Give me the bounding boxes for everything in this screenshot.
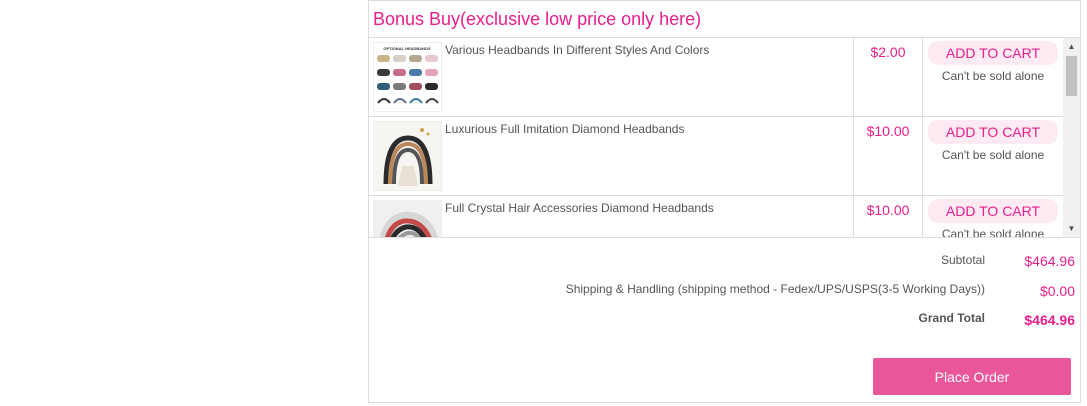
grand-total-label: Grand Total [918, 311, 985, 325]
product-thumbnail[interactable] [373, 121, 442, 191]
product-price: $2.00 [870, 44, 906, 60]
product-thumbnail[interactable] [373, 200, 442, 237]
price-cell: $10.00 [853, 117, 923, 196]
subtotal-value: $464.96 [1024, 253, 1075, 269]
scrollbar-thumb[interactable] [1066, 56, 1077, 96]
bonus-buy-title: Bonus Buy(exclusive low price only here) [369, 1, 1080, 38]
sold-alone-note: Can't be sold alone [941, 227, 1045, 238]
add-to-cart-button[interactable]: ADD TO CART [928, 41, 1058, 65]
scroll-down-arrow-icon[interactable]: ▼ [1063, 220, 1080, 237]
list-item: OPTIONAL HEADBANDS Various Headbands In … [369, 38, 1063, 117]
place-order-button[interactable]: Place Order [873, 358, 1071, 395]
product-name[interactable]: Full Crystal Hair Accessories Diamond He… [445, 201, 714, 215]
bonus-item-list[interactable]: OPTIONAL HEADBANDS Various Headbands In … [369, 38, 1080, 238]
product-thumbnail[interactable]: OPTIONAL HEADBANDS [373, 42, 442, 112]
thumb-caption: OPTIONAL HEADBANDS [383, 46, 431, 51]
shipping-value: $0.00 [1039, 283, 1075, 299]
list-scrollbar[interactable]: ▲ ▼ [1063, 38, 1080, 237]
subtotal-label: Subtotal [940, 253, 985, 267]
product-name[interactable]: Luxurious Full Imitation Diamond Headban… [445, 122, 684, 136]
add-to-cart-button[interactable]: ADD TO CART [928, 199, 1058, 223]
product-name[interactable]: Various Headbands In Different Styles An… [445, 43, 709, 57]
bonus-buy-panel: Bonus Buy(exclusive low price only here)… [368, 0, 1081, 403]
sold-alone-note: Can't be sold alone [941, 69, 1045, 83]
sold-alone-note: Can't be sold alone [941, 148, 1045, 162]
shipping-label: Shipping & Handling (shipping method - F… [565, 282, 985, 296]
grand-total-value: $464.96 [1024, 312, 1075, 328]
list-item: Luxurious Full Imitation Diamond Headban… [369, 117, 1063, 196]
scroll-up-arrow-icon[interactable]: ▲ [1063, 38, 1080, 55]
list-item: Full Crystal Hair Accessories Diamond He… [369, 196, 1063, 238]
price-cell: $2.00 [853, 38, 923, 117]
price-cell: $10.00 [853, 196, 923, 237]
add-to-cart-button[interactable]: ADD TO CART [928, 120, 1058, 144]
product-price: $10.00 [866, 202, 910, 218]
product-price: $10.00 [866, 123, 910, 139]
